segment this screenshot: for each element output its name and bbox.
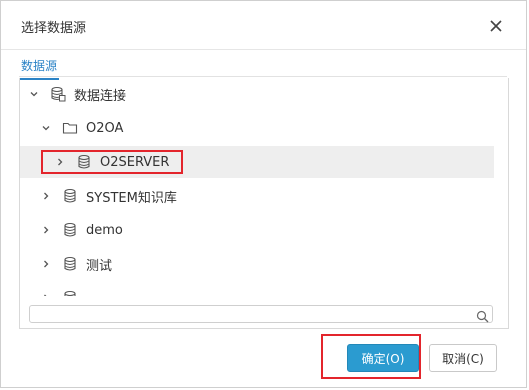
- chevron-down-icon[interactable]: [40, 122, 52, 134]
- tree-node-test[interactable]: 测试: [20, 248, 494, 280]
- search-icon[interactable]: [476, 308, 489, 323]
- tree-node-label: 数据连接: [74, 88, 127, 104]
- chevron-right-icon[interactable]: [40, 292, 52, 296]
- close-icon[interactable]: [485, 15, 507, 37]
- tree-node-o2oa[interactable]: O2OA: [20, 112, 494, 144]
- database-icon: [76, 154, 92, 170]
- tree-node-demo[interactable]: demo: [20, 214, 494, 246]
- search-input[interactable]: [34, 307, 464, 321]
- datasource-panel: 数据连接 O2OA O2SERVER SYSTEM知识库 demo 测试: [19, 78, 509, 329]
- database-icon: [62, 290, 78, 296]
- cancel-button[interactable]: 取消(C): [429, 344, 497, 372]
- title-divider: [1, 49, 526, 50]
- search-box: [29, 305, 493, 323]
- tree-node-label: 测试: [86, 258, 113, 274]
- tree-node-label: SYSTEM知识库: [86, 190, 177, 206]
- tree-node-label: O2OA: [86, 120, 124, 136]
- select-datasource-dialog: 选择数据源 数据源 数据连接 O2OA O2SERVER SYSTEM知识库 d…: [0, 0, 527, 388]
- tree-node-clipped[interactable]: [20, 282, 494, 296]
- database-icon: [62, 256, 78, 272]
- dialog-title: 选择数据源: [21, 21, 87, 36]
- database-icon: [62, 188, 78, 204]
- chevron-down-icon[interactable]: [28, 88, 40, 100]
- chevron-right-icon[interactable]: [40, 224, 52, 236]
- database-folder-icon: [50, 86, 66, 102]
- tree-node-data-connection[interactable]: 数据连接: [20, 78, 494, 110]
- folder-icon: [62, 120, 78, 136]
- datasource-tree: 数据连接 O2OA O2SERVER SYSTEM知识库 demo 测试: [20, 78, 494, 296]
- tree-scrollbar[interactable]: [494, 78, 508, 296]
- tree-node-o2server[interactable]: O2SERVER: [20, 146, 494, 178]
- chevron-right-icon[interactable]: [54, 156, 66, 168]
- chevron-right-icon[interactable]: [40, 190, 52, 202]
- database-icon: [62, 222, 78, 238]
- ok-button[interactable]: 确定(O): [347, 344, 419, 372]
- chevron-right-icon[interactable]: [40, 258, 52, 270]
- tree-node-label: O2SERVER: [100, 154, 170, 170]
- tree-node-system-kb[interactable]: SYSTEM知识库: [20, 180, 494, 212]
- dialog-titlebar: 选择数据源: [1, 1, 526, 49]
- tree-node-label: demo: [86, 222, 123, 238]
- tab-divider: [19, 76, 507, 77]
